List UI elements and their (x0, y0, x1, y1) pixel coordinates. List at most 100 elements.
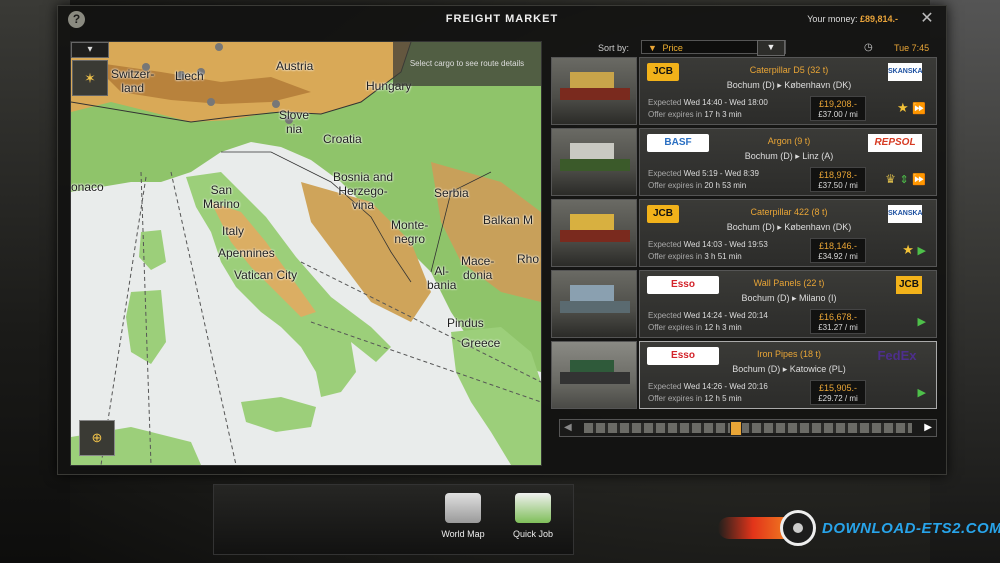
map-label-vatican-city: Vatican City (234, 268, 298, 282)
pager-track[interactable] (584, 423, 912, 433)
trailer-thumbnail (551, 199, 637, 267)
price-per-mile: £34.92 / mi (818, 252, 858, 261)
expected-time: Wed 14:40 - Wed 18:00 (683, 98, 768, 107)
expected-label: Expected (648, 382, 682, 391)
sort-value: Price (662, 43, 683, 53)
world-map-icon (445, 493, 481, 523)
route: Bochum (D) ▸ Milano (I) (741, 293, 837, 303)
expires-label: Offer expires in (648, 252, 703, 261)
quick-job-button[interactable]: Quick Job (498, 493, 568, 539)
cargo-name: Caterpillar D5 (32 t) (749, 65, 829, 75)
expires-label: Offer expires in (648, 323, 703, 332)
price-per-mile: £29.72 / mi (818, 394, 858, 403)
route: Bochum (D) ▸ Linz (A) (744, 151, 834, 161)
cargo-name: Iron Pipes (18 t) (756, 349, 822, 359)
cargo-name: Argon (9 t) (767, 136, 811, 146)
map-label-switzerland: Switzer-land (111, 67, 155, 95)
map-label-san-marino: San Marino (203, 183, 240, 211)
offer-card[interactable]: Esso Wall Panels (22 t) Bochum (D) ▸ Mil… (639, 270, 937, 338)
map-label-austria: Austria (276, 59, 314, 73)
price-box: £18,146.- £34.92 / mi (810, 238, 866, 263)
price-per-mile: £37.50 / mi (818, 181, 858, 190)
trophy-icon: ♛ (885, 172, 896, 186)
map-label-croatia: Croatia (323, 132, 362, 146)
pager-thumb[interactable] (730, 421, 742, 436)
offer-card[interactable]: JCB Caterpillar 422 (8 t) Bochum (D) ▸ K… (639, 199, 937, 267)
expires-label: Offer expires in (648, 181, 703, 190)
company-logo-source: JCB (647, 63, 679, 81)
freight-market-window: ? FREIGHT MARKET Your money: £89,814.- ✕ (57, 5, 947, 475)
route-map[interactable]: Switzer-land Liech Austria Hungary Slove… (70, 41, 542, 466)
offer-row[interactable]: JCB Caterpillar D5 (32 t) Bochum (D) ▸ K… (551, 57, 937, 125)
expected-label: Expected (648, 311, 682, 320)
offer-row[interactable]: BASF Argon (9 t) Bochum (D) ▸ Linz (A) R… (551, 128, 937, 196)
map-collapse-button[interactable]: ▾ (71, 42, 109, 58)
map-label-montenegro: Monte-negro (391, 218, 429, 246)
expected-label: Expected (648, 240, 682, 249)
price-total: £15,905.- (818, 383, 858, 393)
world-map-button[interactable]: World Map (428, 493, 498, 539)
play-icon[interactable]: ▶ (918, 245, 926, 257)
offer-card[interactable]: JCB Caterpillar D5 (32 t) Bochum (D) ▸ K… (639, 57, 937, 125)
sort-label: Sort by: (598, 43, 630, 53)
title-bar: ? FREIGHT MARKET Your money: £89,814.- ✕ (58, 6, 946, 34)
map-label-pindus: Pindus (447, 316, 484, 330)
offer-row[interactable]: JCB Caterpillar 422 (8 t) Bochum (D) ▸ K… (551, 199, 937, 267)
map-label-liechtenstein: Liech (175, 69, 204, 83)
map-label-serbia: Serbia (434, 186, 469, 200)
price-total: £18,978.- (818, 170, 858, 180)
fast-forward-icon[interactable]: ⏩ (912, 103, 926, 115)
expected-label: Expected (648, 169, 682, 178)
close-icon[interactable]: ✕ (918, 10, 936, 28)
trailer-thumbnail (551, 270, 637, 338)
expires-label: Offer expires in (648, 394, 703, 403)
offer-row[interactable]: Esso Iron Pipes (18 t) Bochum (D) ▸ Kato… (551, 341, 937, 409)
watermark: DOWNLOAD-ETS2.COM (718, 505, 1000, 555)
route: Bochum (D) ▸ København (DK) (726, 80, 852, 90)
offer-row[interactable]: Esso Wall Panels (22 t) Bochum (D) ▸ Mil… (551, 270, 937, 338)
map-label-rhodope: Rho (517, 252, 540, 266)
expected-time: Wed 14:03 - Wed 19:53 (683, 240, 768, 249)
flame-icon (718, 517, 788, 539)
map-label-italy: Italy (222, 224, 245, 238)
next-page-icon[interactable]: ▶ (924, 420, 932, 436)
quick-job-icon (515, 493, 551, 523)
map-label-bosnia: Bosnia and Herzego-vina (333, 170, 394, 212)
money-label: Your money: (807, 14, 858, 24)
trailer-thumbnail (551, 341, 637, 409)
price-box: £18,978.- £37.50 / mi (810, 167, 866, 192)
game-time: Tue 7:45 (894, 43, 930, 53)
map-label-monaco: onaco (71, 180, 104, 194)
route: Bochum (D) ▸ København (DK) (726, 222, 852, 232)
fast-forward-icon[interactable]: ⏩ (912, 174, 926, 186)
wheel-icon (780, 510, 816, 546)
play-icon[interactable]: ▶ (918, 316, 926, 328)
map-label-macedonia: Mace-donia (461, 254, 495, 282)
sort-direction-icon: ▼ (648, 43, 657, 53)
expires-time: 3 h 51 min (704, 252, 742, 261)
expires-time: 12 h 5 min (704, 394, 742, 403)
world-map-label: World Map (441, 529, 485, 539)
company-logo-destination: SKANSKA (888, 63, 923, 81)
map-eu-filter-icon[interactable]: ✶ (72, 60, 108, 96)
cargo-name: Wall Panels (22 t) (753, 278, 825, 288)
trailer-thumbnail (551, 57, 637, 125)
play-icon[interactable]: ▶ (918, 387, 926, 399)
cargo-name: Caterpillar 422 (8 t) (750, 207, 828, 217)
chevron-down-icon[interactable]: ▼ (757, 40, 785, 56)
map-label-slovenia: Slove nia (279, 108, 310, 136)
offer-card[interactable]: BASF Argon (9 t) Bochum (D) ▸ Linz (A) R… (639, 128, 937, 196)
map-zoom-icon[interactable]: ⊕ (79, 420, 115, 456)
map-label-albania: Al-bania (427, 264, 457, 292)
bottom-toolbar: World Map Quick Job (213, 484, 574, 555)
price-per-mile: £37.00 / mi (818, 110, 858, 119)
money-value: £89,814.- (859, 14, 898, 24)
expires-time: 20 h 53 min (704, 181, 747, 190)
price-box: £15,905.- £29.72 / mi (810, 380, 866, 405)
watermark-text: DOWNLOAD-ETS2.COM (822, 520, 1000, 537)
trailer-thumbnail (551, 128, 637, 196)
star-icon: ★ (902, 242, 914, 257)
prev-page-icon[interactable]: ◀ (564, 420, 572, 436)
offer-pager[interactable]: ◀ ▶ (559, 419, 937, 437)
offer-card[interactable]: Esso Iron Pipes (18 t) Bochum (D) ▸ Kato… (639, 341, 937, 409)
